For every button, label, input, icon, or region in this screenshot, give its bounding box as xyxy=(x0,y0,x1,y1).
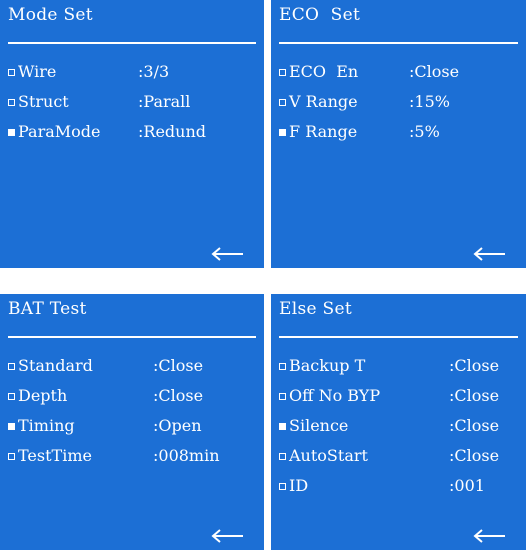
setting-row-wire[interactable]: Wire :3/3 xyxy=(8,62,260,92)
checkbox-icon xyxy=(279,393,286,400)
checkbox-icon xyxy=(8,99,15,106)
setting-label: Depth xyxy=(18,386,68,405)
checkbox-icon xyxy=(279,363,286,370)
setting-label: F Range xyxy=(289,122,358,141)
setting-row-silence[interactable]: Silence :Close xyxy=(279,416,522,446)
setting-row-eco-en[interactable]: ECO En :Close xyxy=(279,62,522,92)
setting-value: :001 xyxy=(449,476,485,495)
selected-checkbox-icon xyxy=(279,423,286,430)
panel-title: BAT Test xyxy=(8,299,87,319)
setting-value: :Close xyxy=(449,356,500,375)
setting-row-id[interactable]: ID :001 xyxy=(279,476,522,506)
setting-value: :Parall xyxy=(138,92,191,111)
setting-label: ID xyxy=(289,476,309,495)
checkbox-icon xyxy=(8,453,15,460)
setting-label: ParaMode xyxy=(18,122,101,141)
setting-value: :Close xyxy=(153,356,204,375)
back-arrow-icon[interactable] xyxy=(472,246,506,262)
selected-checkbox-icon xyxy=(279,129,286,136)
setting-label: ECO En xyxy=(289,62,359,81)
setting-row-paramode[interactable]: ParaMode :Redund xyxy=(8,122,260,152)
setting-value: :Close xyxy=(449,446,500,465)
panel-title: Else Set xyxy=(279,299,352,319)
setting-row-autostart[interactable]: AutoStart :Close xyxy=(279,446,522,476)
setting-row-backup-t[interactable]: Backup T :Close xyxy=(279,356,522,386)
checkbox-icon xyxy=(279,99,286,106)
setting-row-standard[interactable]: Standard :Close xyxy=(8,356,260,386)
setting-value: :15% xyxy=(409,92,450,111)
setting-value: :Close xyxy=(409,62,460,81)
setting-value: :5% xyxy=(409,122,440,141)
eco-set-panel: ECO Set ECO En :Close V Range :15% F Ran… xyxy=(271,0,526,268)
setting-value: :3/3 xyxy=(138,62,170,81)
setting-label: AutoStart xyxy=(289,446,368,465)
title-divider xyxy=(279,336,518,338)
back-arrow-icon[interactable] xyxy=(210,246,244,262)
setting-row-off-no-byp[interactable]: Off No BYP :Close xyxy=(279,386,522,416)
checkbox-icon xyxy=(279,69,286,76)
setting-row-v-range[interactable]: V Range :15% xyxy=(279,92,522,122)
setting-value: :Close xyxy=(449,386,500,405)
selected-checkbox-icon xyxy=(8,423,15,430)
setting-value: :Close xyxy=(449,416,500,435)
setting-value: :Close xyxy=(153,386,204,405)
checkbox-icon xyxy=(279,453,286,460)
panel-title: Mode Set xyxy=(8,5,93,25)
title-divider xyxy=(8,42,256,44)
setting-row-struct[interactable]: Struct :Parall xyxy=(8,92,260,122)
setting-label: Standard xyxy=(18,356,93,375)
setting-value: :008min xyxy=(153,446,220,465)
title-divider xyxy=(8,336,256,338)
setting-label: Timing xyxy=(18,416,75,435)
setting-label: Wire xyxy=(18,62,57,81)
mode-set-panel: Mode Set Wire :3/3 Struct :Parall ParaMo… xyxy=(0,0,264,268)
setting-row-timing[interactable]: Timing :Open xyxy=(8,416,260,446)
setting-label: TestTime xyxy=(18,446,92,465)
setting-label: Silence xyxy=(289,416,349,435)
setting-row-depth[interactable]: Depth :Close xyxy=(8,386,260,416)
setting-value: :Redund xyxy=(138,122,206,141)
checkbox-icon xyxy=(8,69,15,76)
checkbox-icon xyxy=(8,393,15,400)
panel-title: ECO Set xyxy=(279,5,361,25)
setting-row-f-range[interactable]: F Range :5% xyxy=(279,122,522,152)
title-divider xyxy=(279,42,518,44)
setting-label: V Range xyxy=(289,92,358,111)
selected-checkbox-icon xyxy=(8,129,15,136)
setting-label: Struct xyxy=(18,92,69,111)
setting-label: Off No BYP xyxy=(289,386,381,405)
else-set-panel: Else Set Backup T :Close Off No BYP :Clo… xyxy=(271,294,526,550)
setting-label: Backup T xyxy=(289,356,366,375)
setting-row-testtime[interactable]: TestTime :008min xyxy=(8,446,260,476)
checkbox-icon xyxy=(8,363,15,370)
back-arrow-icon[interactable] xyxy=(210,528,244,544)
bat-test-panel: BAT Test Standard :Close Depth :Close Ti… xyxy=(0,294,264,550)
setting-value: :Open xyxy=(153,416,202,435)
checkbox-icon xyxy=(279,483,286,490)
back-arrow-icon[interactable] xyxy=(472,528,506,544)
